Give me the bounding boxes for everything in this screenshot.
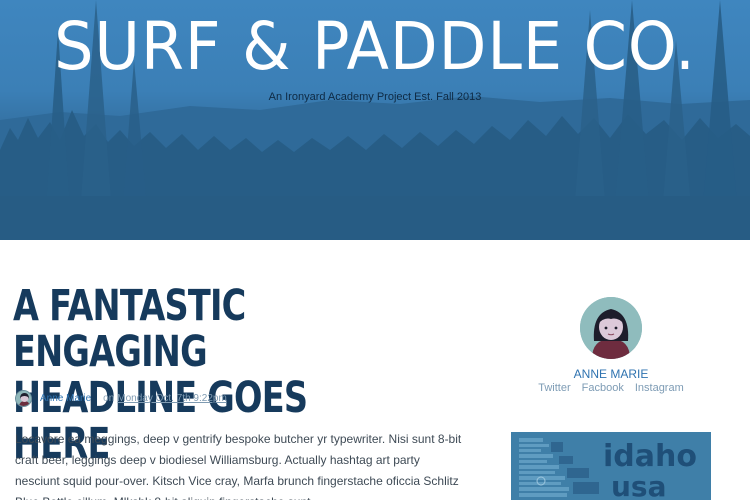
profile-avatar[interactable] [580, 297, 642, 359]
date-prefix: on [103, 392, 115, 404]
svg-text:usa: usa [611, 470, 667, 500]
post-byline: Anne Marie on Monday Oct. 7th 9:22pm [15, 389, 227, 407]
headline-line-1: A FANTASTIC ENGAGING [13, 281, 246, 377]
person-icon [16, 390, 31, 406]
twitter-link[interactable]: Twitter [538, 382, 570, 394]
facebook-link[interactable]: Facbook [582, 382, 624, 394]
hero-banner: SURF & PADDLE CO. An Ironyard Academy Pr… [0, 0, 750, 240]
person-icon [580, 297, 642, 359]
site-tagline: An Ironyard Academy Project Est. Fall 20… [268, 91, 482, 103]
post-body: Locavore ea meggings, deep v gentrify be… [15, 432, 462, 500]
idaho-promo-image[interactable]: idaho usa [511, 432, 711, 500]
post-date-link[interactable]: Monday Oct. 7th 9:22pm [117, 393, 227, 404]
author-link[interactable]: Anne Marie [40, 393, 91, 404]
svg-text:idaho: idaho [603, 439, 697, 474]
author-avatar-small[interactable] [15, 389, 32, 407]
site-title[interactable]: SURF & PADDLE CO. [23, 14, 728, 80]
instagram-link[interactable]: Instagram [635, 382, 684, 394]
idaho-map-graphic: idaho usa [511, 432, 711, 500]
social-links: Twitter Facbook Instagram [511, 382, 711, 394]
profile-name-link[interactable]: ANNE MARIE [511, 367, 711, 381]
